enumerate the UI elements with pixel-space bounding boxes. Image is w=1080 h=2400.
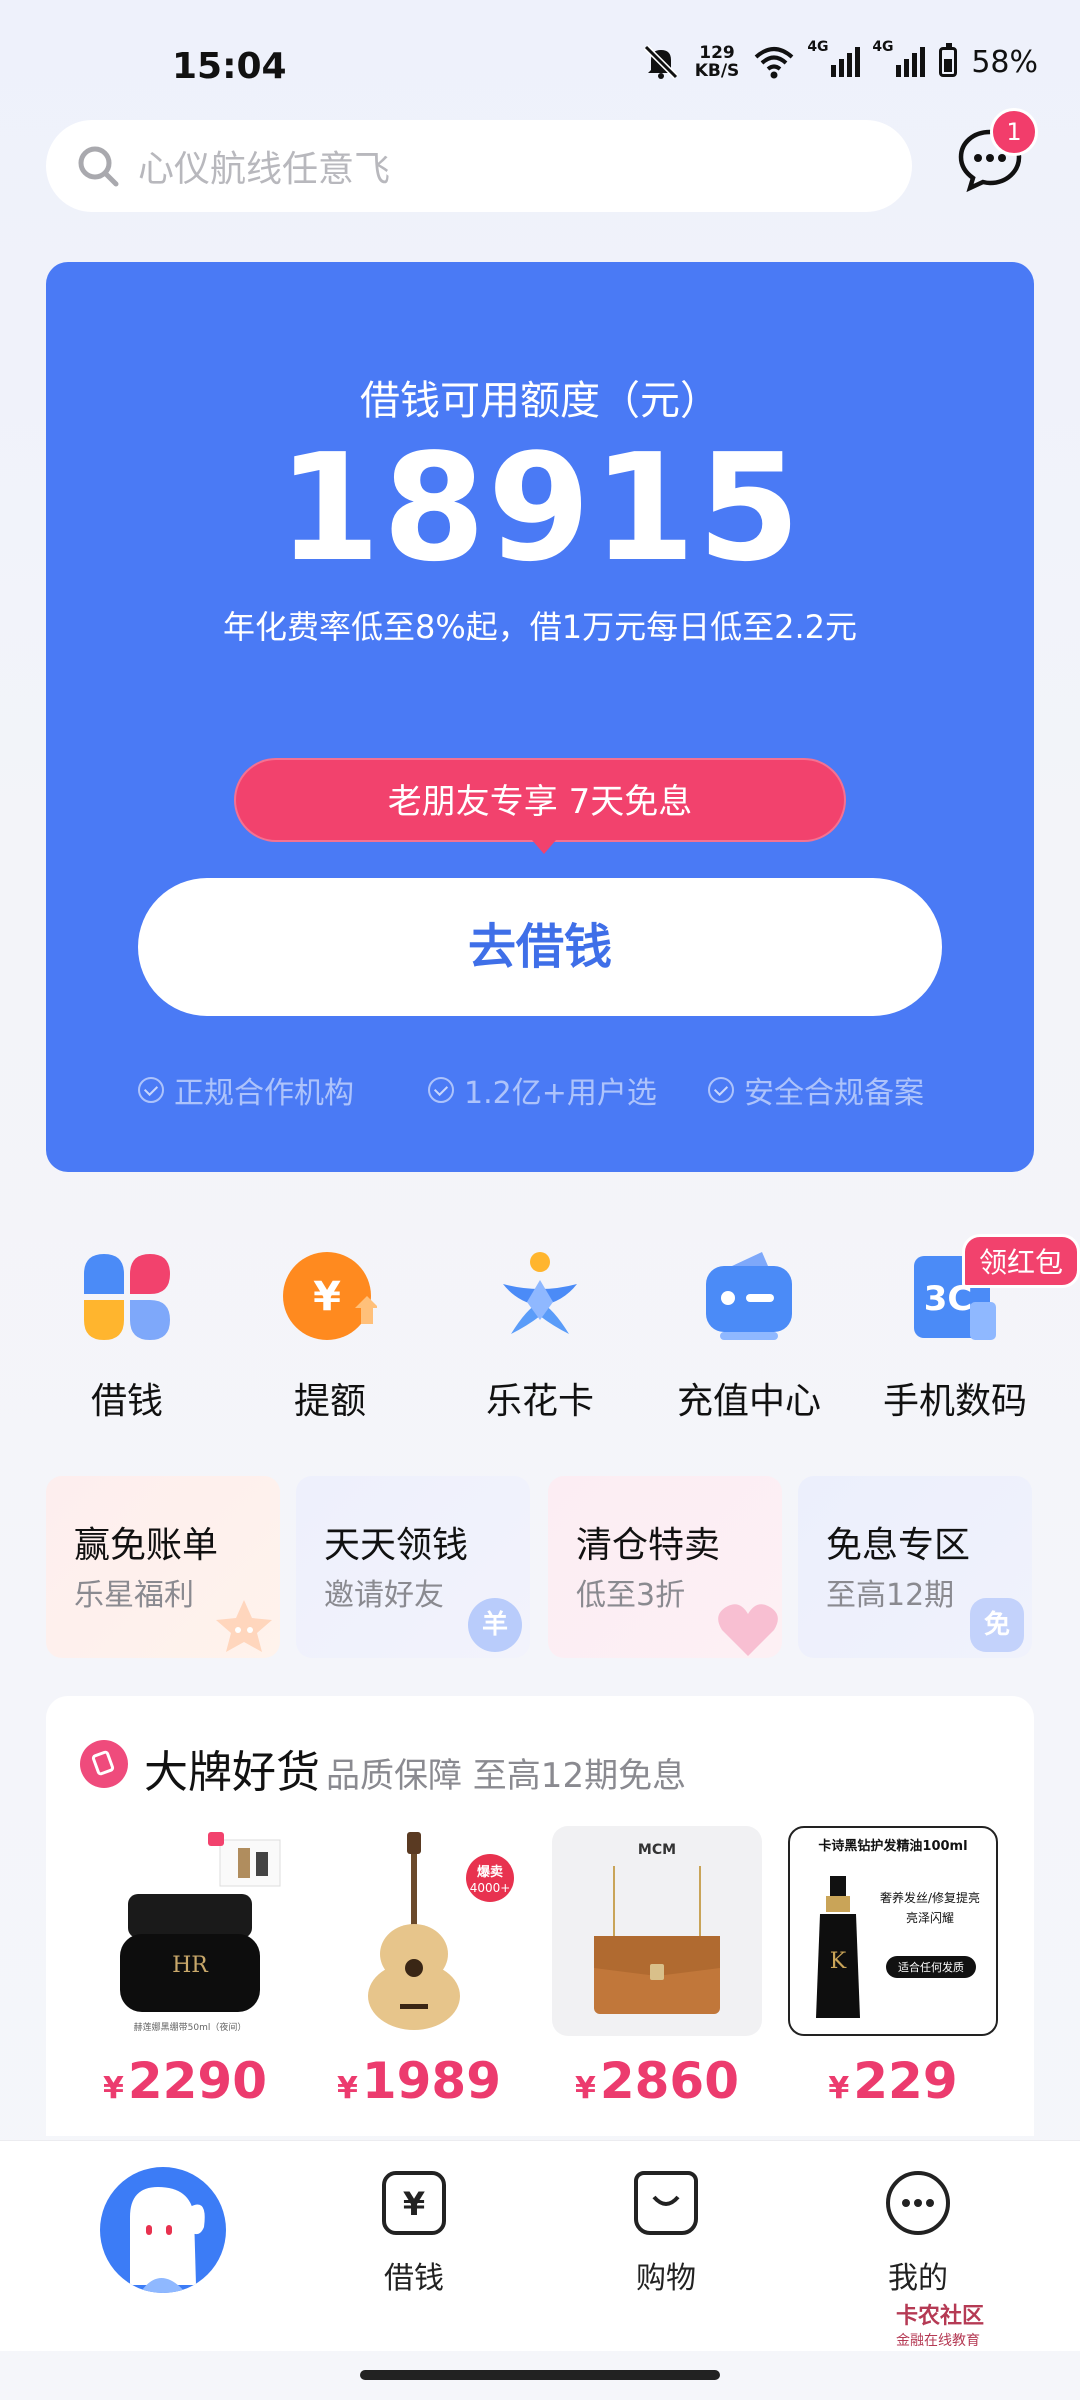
brand-title: 大牌好货 <box>144 1747 320 1798</box>
promo-card-interest-free[interactable]: 免息专区 至高12期 免 <box>798 1476 1032 1658</box>
svg-text:赫莲娜黑绷带50ml（夜间）: 赫莲娜黑绷带50ml（夜间） <box>134 2021 247 2033</box>
signal-4g-icon-2: 4G <box>872 39 926 77</box>
assurance-item: 正规合作机构 <box>138 1068 354 1112</box>
message-button[interactable]: 1 <box>956 108 1038 194</box>
red-packet-tag[interactable]: 领红包 <box>962 1234 1080 1288</box>
product-price: ¥1989 <box>336 2052 502 2110</box>
recharge-icon <box>706 1252 792 1340</box>
home-indicator <box>360 2370 720 2380</box>
guitar-image: 爆卖 4000+ <box>368 1832 514 2030</box>
signal-4g-icon: 4G <box>807 39 861 77</box>
status-time: 15:04 <box>172 46 287 87</box>
battery-percent: 58% <box>971 44 1038 80</box>
search-icon <box>78 146 119 187</box>
hair-oil-image: 卡诗黑钻护发精油100ml K 奢养发丝/修复提亮 亮泽闪耀 适合任何发质 <box>816 1838 980 2018</box>
watermark-logo: 卡农社区 金融在线教育 <box>896 2304 985 2349</box>
cream-jar-image: HR 赫莲娜黑绷带50ml（夜间） <box>120 1832 281 2033</box>
tab-mine[interactable]: 我的 <box>858 2171 978 2297</box>
product-price: ¥2290 <box>102 2052 268 2110</box>
promo-tag: 老朋友专享 7天免息 <box>234 758 846 854</box>
quick-entry-lehua-card[interactable]: 乐花卡 <box>455 1250 625 1424</box>
promo-card-clearance[interactable]: 清仓特卖 低至3折 <box>548 1476 782 1658</box>
svg-text:适合任何发质: 适合任何发质 <box>898 1960 964 1974</box>
handbag-image: MCM <box>594 1842 720 2014</box>
product-card[interactable]: HR 赫莲娜黑绷带50ml（夜间） <box>80 1826 290 2036</box>
tab-shopping[interactable]: 购物 <box>606 2171 726 2297</box>
check-circle-icon <box>708 1077 734 1103</box>
credit-amount: 18915 <box>277 422 803 594</box>
tab-borrow[interactable]: ¥ 借钱 <box>354 2171 474 2297</box>
svg-text:奢养发丝/修复提亮: 奢养发丝/修复提亮 <box>880 1890 980 1905</box>
check-circle-icon <box>138 1077 164 1103</box>
quick-entry-recharge[interactable]: 充值中心 <box>664 1250 834 1424</box>
svg-text:¥: ¥ <box>403 2185 425 2223</box>
battery-icon <box>939 43 958 77</box>
svg-text:卡诗黑钻护发精油100ml: 卡诗黑钻护发精油100ml <box>818 1838 967 1854</box>
product-card[interactable]: 卡诗黑钻护发精油100ml K 奢养发丝/修复提亮 亮泽闪耀 适合任何发质 <box>788 1826 998 2036</box>
status-bar: 15:04 129 KB/S 4G 4G 58% <box>0 0 1080 120</box>
tag-icon <box>80 1740 128 1788</box>
credit-label: 借钱可用额度（元） <box>360 378 720 424</box>
search-bar[interactable]: 心仪航线任意飞 <box>46 120 912 212</box>
mascot-icon <box>130 2187 205 2293</box>
search-placeholder: 心仪航线任意飞 <box>138 149 391 190</box>
quick-entry-raise-limit[interactable]: ¥ 提额 <box>245 1250 415 1424</box>
product-card[interactable]: MCM <box>552 1826 762 2036</box>
coin-icon: 羊 <box>468 1598 522 1652</box>
product-price: ¥229 <box>828 2052 958 2110</box>
svg-text:¥: ¥ <box>313 1274 341 1320</box>
svg-text:爆卖: 爆卖 <box>477 1864 503 1880</box>
assurance-item: 1.2亿+用户选 <box>428 1068 657 1112</box>
borrow-button[interactable]: 去借钱 <box>138 878 942 1016</box>
star-icon <box>216 1600 272 1652</box>
lehua-card-icon <box>503 1252 577 1334</box>
assurance-item: 安全合规备案 <box>708 1068 924 1112</box>
mascot-avatar-button[interactable] <box>100 2167 226 2293</box>
brand-section: 大牌好货 品质保障 至高12期免息 HR 赫莲娜黑绷带50ml（夜间） ¥229… <box>46 1696 1034 2136</box>
promo-card-free-bill[interactable]: 赢免账单 乐星福利 <box>46 1476 280 1658</box>
quick-entry-borrow[interactable]: 借钱 <box>42 1250 212 1424</box>
yuan-up-icon: ¥ <box>283 1252 379 1340</box>
wifi-icon <box>754 47 794 79</box>
shopping-bag-icon <box>634 2171 698 2235</box>
flower-grid-icon <box>84 1254 170 1340</box>
loan-card: 借钱可用额度（元） 18915 年化费率低至8%起，借1万元每日低至2.2元 老… <box>46 262 1034 1172</box>
brand-subtitle: 品质保障 至高12期免息 <box>326 1756 687 1796</box>
rate-text: 年化费率低至8%起，借1万元每日低至2.2元 <box>222 608 858 646</box>
check-circle-icon <box>428 1077 454 1103</box>
heart-icon <box>718 1604 778 1656</box>
product-card[interactable]: 爆卖 4000+ <box>314 1826 524 2036</box>
mute-bell-icon <box>643 44 678 80</box>
chat-face-icon <box>886 2171 950 2235</box>
message-badge: 1 <box>990 108 1038 156</box>
yuan-square-icon: ¥ <box>382 2171 446 2235</box>
svg-text:MCM: MCM <box>638 1842 676 1858</box>
svg-text:K: K <box>830 1949 847 1974</box>
svg-text:4000+: 4000+ <box>470 1881 511 1895</box>
status-icons: 129 KB/S 4G 4G 58% <box>641 39 1038 81</box>
svg-text:亮泽闪耀: 亮泽闪耀 <box>906 1910 954 1925</box>
product-price: ¥2860 <box>574 2052 740 2110</box>
free-tag-icon: 免 <box>970 1598 1024 1652</box>
svg-text:HR: HR <box>172 1953 209 1978</box>
net-speed: 129 KB/S <box>694 43 740 81</box>
promo-card-daily-cash[interactable]: 天天领钱 邀请好友 羊 <box>296 1476 530 1658</box>
